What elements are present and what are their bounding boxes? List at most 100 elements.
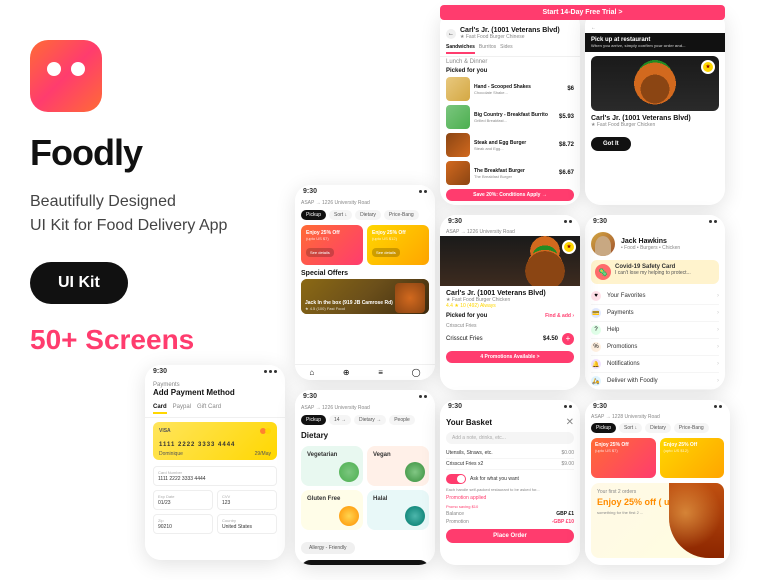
right-filter-1[interactable]: Pickup bbox=[591, 423, 616, 433]
apply-btn[interactable]: Apply › bbox=[301, 560, 429, 565]
card-number-field[interactable]: Card Number 1111 2222 3333 4444 bbox=[153, 466, 277, 486]
dietary-filter-4[interactable]: People bbox=[389, 415, 415, 425]
dietary-halal[interactable]: Halal bbox=[367, 490, 429, 530]
tab-burritos[interactable]: Burritos bbox=[479, 44, 496, 54]
menu-delivery[interactable]: 🛵 Deliver with Foodly › bbox=[591, 373, 719, 390]
cvv-field[interactable]: CVV 123 bbox=[217, 490, 277, 510]
dietary-filter-2[interactable]: 14 → bbox=[329, 415, 351, 425]
see-details-1[interactable]: See details bbox=[306, 248, 334, 257]
help-icon: ? bbox=[591, 325, 601, 335]
dietary-header: Dietary bbox=[295, 427, 435, 442]
food-details-4: The Breakfast Burger The Breakfast Burge… bbox=[474, 168, 555, 179]
zip-field[interactable]: Zip 90210 bbox=[153, 514, 213, 534]
cvv-label: CVV bbox=[222, 494, 272, 499]
food-desc-4: The Breakfast Burger bbox=[474, 174, 555, 179]
tab-sides[interactable]: Sides bbox=[500, 44, 513, 54]
tab-sandwiches[interactable]: Sandwiches bbox=[446, 44, 475, 54]
card-holder: Dominique bbox=[159, 451, 183, 457]
dietary-filter-3[interactable]: Dietary → bbox=[354, 415, 386, 425]
promo-right-screen: 9:30 ASAP → 1228 University Road Pickup … bbox=[585, 400, 730, 565]
promo-applied-label: Promotion applied bbox=[446, 495, 574, 501]
status-icons-2 bbox=[419, 190, 427, 193]
signal-1 bbox=[264, 370, 267, 373]
left-panel: Foodly Beautifully Designed UI Kit for F… bbox=[30, 40, 250, 356]
tab-giftcard[interactable]: Gift Card bbox=[197, 404, 221, 414]
add-item-btn[interactable]: + bbox=[562, 333, 574, 345]
picked-section-title: Picked for you bbox=[446, 313, 487, 319]
dietary-vegan[interactable]: Vegan bbox=[367, 446, 429, 486]
nav-home[interactable]: ⌂ bbox=[309, 368, 314, 377]
nav-search[interactable]: ⊕ bbox=[343, 368, 350, 377]
right-promo-cards: Enjoy 25% Off (upto US $7) Enjoy 25% Off… bbox=[585, 435, 730, 481]
promo-apply-btn[interactable]: Save 20%: Conditions Apply → bbox=[446, 189, 574, 201]
basket-note-input[interactable]: Add a note, drinks, etc... bbox=[446, 432, 574, 444]
promo-bar[interactable]: Start 14-Day Free Trial > bbox=[440, 5, 725, 20]
restaurant-address: ASAP → 1226 University Road bbox=[295, 198, 435, 208]
got-it-btn[interactable]: Got It bbox=[591, 137, 631, 151]
sig-7b bbox=[569, 220, 572, 223]
dietary-vegetarian[interactable]: Vegetarian bbox=[301, 446, 363, 486]
filter-dietary[interactable]: Dietary bbox=[355, 210, 381, 220]
menu-favorites[interactable]: ♥ Your Favorites › bbox=[591, 288, 719, 305]
pickup-back[interactable]: ← bbox=[585, 23, 725, 33]
vegetarian-label: Vegetarian bbox=[307, 452, 357, 458]
menu-promotions[interactable]: % Promotions › bbox=[591, 339, 719, 356]
menu-notifications[interactable]: 🔔 Notifications › bbox=[591, 356, 719, 373]
nav-profile[interactable]: ◯ bbox=[412, 368, 421, 377]
right-promo-address: ASAP → 1228 University Road bbox=[585, 413, 730, 421]
basket-item-name-1: Utensils, Straws, etc. bbox=[446, 450, 493, 456]
expiry-field[interactable]: Exp Date 01/23 bbox=[153, 490, 213, 510]
basket-close-btn[interactable]: ✕ bbox=[566, 417, 574, 428]
menu-section: Lunch & Dinner bbox=[440, 57, 580, 67]
place-order-btn[interactable]: Place Order bbox=[446, 529, 574, 543]
see-details-2[interactable]: See details bbox=[372, 248, 400, 257]
basket-title: Your Basket bbox=[446, 418, 492, 427]
country-field[interactable]: Country United States bbox=[217, 514, 277, 534]
payments-arrow: › bbox=[717, 310, 719, 316]
right-filter-3[interactable]: Dietary bbox=[645, 423, 671, 433]
promo-cards: Enjoy 25% Off (upto US $7) See details E… bbox=[295, 222, 435, 268]
right-filter-4[interactable]: Price-Bang bbox=[674, 423, 709, 433]
status-icons-7 bbox=[564, 220, 572, 223]
food-desc-1: Chocolate Shake... bbox=[474, 90, 563, 95]
ui-kit-badge[interactable]: UI Kit bbox=[30, 262, 128, 304]
filter-pickup[interactable]: Pickup bbox=[301, 210, 326, 220]
dietary-gluten[interactable]: Gluten Free bbox=[301, 490, 363, 530]
basket-item-name-2: Crisscut Fries x2 bbox=[446, 461, 483, 467]
country-label: Country bbox=[222, 518, 272, 523]
right-promo-1: Enjoy 25% Off (upto US $7) bbox=[591, 438, 656, 478]
menu-help[interactable]: ? Help › bbox=[591, 322, 719, 339]
tab-card[interactable]: Card bbox=[153, 404, 167, 414]
payment-menu-icon: 💳 bbox=[591, 308, 601, 318]
screens-count: 50+ Screens bbox=[30, 324, 250, 356]
vegan-img bbox=[405, 462, 425, 482]
time-9: 9:30 bbox=[593, 403, 607, 410]
basket-item-1: Utensils, Straws, etc. $0.00 bbox=[446, 448, 574, 459]
notifications-arrow: › bbox=[717, 361, 719, 367]
dietary-filter-1[interactable]: Pickup bbox=[301, 415, 326, 425]
profile-sub: • Food • Burgers • Chicken bbox=[621, 245, 680, 251]
find-add-btn[interactable]: Find & add › bbox=[545, 313, 574, 319]
sig-9b bbox=[719, 405, 722, 408]
basket-item-2: Crisscut Fries x2 $9.00 bbox=[446, 459, 574, 470]
filter-sort[interactable]: Sort ↓ bbox=[329, 210, 352, 220]
app-icon bbox=[30, 40, 102, 112]
allergy-chip[interactable]: Allergy - Friendly bbox=[301, 542, 355, 554]
menu-back[interactable]: ← bbox=[446, 29, 456, 39]
promotions-available-btn[interactable]: 4 Promotions Available > bbox=[446, 351, 574, 363]
food-name-2: Big Country - Breakfast Burrito bbox=[474, 112, 555, 118]
burger-background bbox=[591, 56, 719, 111]
pickup-banner-sub: When you arrive, simply confirm your ord… bbox=[591, 43, 719, 48]
ask-toggle-switch[interactable] bbox=[446, 474, 466, 484]
expiry-label: Exp Date bbox=[158, 494, 208, 499]
phone-carls: 9:30 ASAP → 1226 University Road ★ Carl'… bbox=[440, 215, 580, 390]
status-icons-6 bbox=[419, 395, 427, 398]
help-label: Help bbox=[607, 327, 711, 333]
tab-paypal[interactable]: Paypal bbox=[173, 404, 191, 414]
nav-orders[interactable]: ≡ bbox=[378, 368, 383, 377]
menu-payments[interactable]: 💳 Payments › bbox=[591, 305, 719, 322]
status-bar-6: 9:30 bbox=[295, 390, 435, 403]
right-filter-2[interactable]: Sort ↓ bbox=[619, 423, 642, 433]
app-eyes bbox=[44, 62, 88, 76]
filter-price[interactable]: Price-Bang bbox=[384, 210, 419, 220]
